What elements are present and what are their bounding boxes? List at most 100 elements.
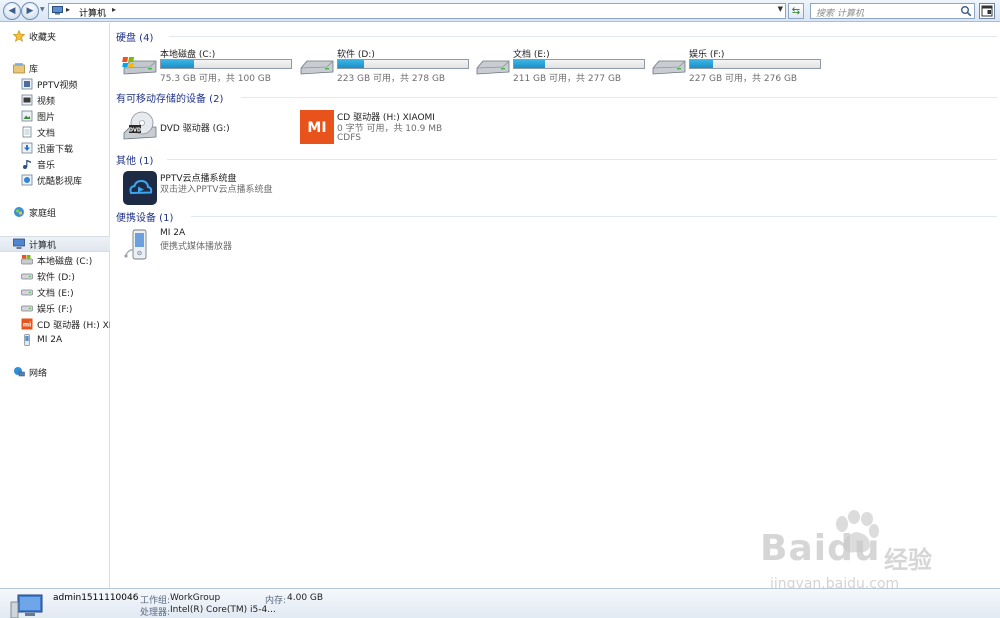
nav-network-label: 网络 (29, 368, 48, 379)
nav-computer-item-label: 娱乐 (F:) (37, 304, 73, 315)
video-library-icon (21, 94, 33, 106)
breadcrumb-separator-icon[interactable]: ▸ (66, 5, 70, 14)
drive-usage-bar (513, 59, 645, 69)
computer-icon (13, 238, 25, 250)
nav-computer-item[interactable]: mi CD 驱动器 (H:) XIAOMI (0, 316, 110, 332)
youku-library-icon (21, 174, 33, 186)
nav-library-item-label: 优酷影视库 (37, 176, 83, 187)
drive-tile-c[interactable]: 本地磁盘 (C:) 75.3 GB 可用，共 100 GB (122, 46, 297, 84)
nav-computer-item[interactable]: 本地磁盘 (C:) (0, 252, 110, 268)
nav-library-item[interactable]: 音乐 (0, 156, 110, 172)
nav-library-item[interactable]: 图片 (0, 108, 110, 124)
group-header-other[interactable]: 其他 (1) (111, 150, 1000, 167)
xiaomi-logo-icon: MI (300, 110, 334, 144)
preview-pane-button[interactable] (979, 3, 995, 19)
nav-computer-item[interactable]: 软件 (D:) (0, 268, 110, 284)
drive-usage-bar (689, 59, 821, 69)
phone-icon (124, 229, 147, 260)
watermark-cn: 经验 (884, 546, 932, 574)
documents-library-icon (21, 126, 33, 138)
phone-device-tile[interactable]: MI 2A 便携式媒体播放器 (122, 227, 322, 263)
forward-button[interactable]: ▶ (21, 2, 39, 20)
nav-computer-item-label: CD 驱动器 (H:) XIAOMI (37, 320, 110, 331)
recent-pages-dropdown[interactable]: ▼ (40, 6, 45, 13)
drive-tile-d[interactable]: 软件 (D:) 223 GB 可用，共 278 GB (299, 46, 474, 84)
nav-computer-item[interactable]: 娱乐 (F:) (0, 300, 110, 316)
hard-drive-icon (300, 60, 334, 75)
library-icon (13, 62, 25, 74)
group-title: 便携设备 (1) (116, 213, 174, 224)
nav-computer[interactable]: 计算机 (0, 236, 110, 252)
workgroup-value: WorkGroup (170, 593, 221, 603)
network-icon (13, 366, 25, 378)
nav-homegroup[interactable]: 家庭组 (0, 204, 110, 220)
baidu-watermark: Baidu 经验 jingyan.baidu.com (760, 510, 960, 596)
nav-libraries-label: 库 (29, 64, 39, 75)
music-library-icon (21, 158, 33, 170)
video-library-icon (21, 78, 33, 90)
search-icon[interactable] (960, 5, 972, 17)
group-header-removable[interactable]: 有可移动存储的设备 (2) (111, 88, 1000, 105)
group-title: 其他 (1) (116, 156, 154, 167)
navigation-pane: 收藏夹 库 PPTV视频 视频 图片 文档 迅雷下载 音乐 优酷影视库 家庭组 (0, 23, 110, 588)
cpu-value: Intel(R) Core(TM) i5-4... (170, 605, 276, 615)
nav-library-item[interactable]: 视频 (0, 92, 110, 108)
item-description: 双击进入PPTV云点播系统盘 (160, 185, 273, 195)
computer-icon (10, 594, 43, 618)
nav-computer-item-label: 软件 (D:) (37, 272, 75, 283)
address-toolbar: ◀ ▶ ▼ ▸ 计算机 ▸ ▼ ⇆ 搜索 计算机 (0, 0, 1000, 22)
nav-library-item[interactable]: 文档 (0, 124, 110, 140)
drive-free-space: 227 GB 可用，共 276 GB (689, 74, 798, 84)
nav-computer-item[interactable]: 文档 (E:) (0, 284, 110, 300)
device-filesystem: CDFS (337, 133, 361, 143)
watermark-brand: Baidu (760, 528, 881, 569)
star-icon (13, 30, 25, 42)
nav-favorites[interactable]: 收藏夹 (0, 28, 110, 44)
nav-favorites-label: 收藏夹 (29, 32, 57, 43)
xiaomi-logo-icon: mi (21, 318, 33, 330)
nav-computer-item[interactable]: MI 2A (0, 332, 110, 348)
nav-library-item-label: PPTV视频 (37, 80, 78, 91)
address-bar[interactable]: ▸ 计算机 ▸ ▼ (48, 3, 786, 19)
drive-free-space: 75.3 GB 可用，共 100 GB (160, 74, 271, 84)
cd-drive-tile[interactable]: MI CD 驱动器 (H:) XIAOMI 0 字节 可用，共 10.9 MB … (299, 109, 499, 145)
nav-library-item[interactable]: PPTV视频 (0, 76, 110, 92)
drive-tile-e[interactable]: 文档 (E:) 211 GB 可用，共 277 GB (475, 46, 650, 84)
group-divider (167, 159, 997, 160)
nav-library-item[interactable]: 迅雷下载 (0, 140, 110, 156)
xiaomi-logo-text: MI (307, 120, 326, 136)
nav-library-item[interactable]: 优酷影视库 (0, 172, 110, 188)
pptv-cloud-icon (123, 171, 157, 205)
breadcrumb-computer[interactable]: 计算机 (79, 6, 106, 19)
address-dropdown-icon[interactable]: ▼ (778, 5, 783, 13)
breadcrumb-separator-icon[interactable]: ▸ (112, 5, 116, 14)
refresh-button[interactable]: ⇆ (788, 3, 804, 19)
download-library-icon (21, 142, 33, 154)
group-header-portable[interactable]: 便携设备 (1) (111, 207, 1000, 224)
nav-computer-item-label: 本地磁盘 (C:) (37, 256, 93, 267)
drive-usage-fill (690, 60, 714, 68)
hard-drive-icon (476, 60, 510, 75)
dvd-drive-icon: DVD (123, 111, 157, 140)
nav-libraries[interactable]: 库 (0, 60, 110, 76)
pptv-disk-tile[interactable]: PPTV云点播系统盘 双击进入PPTV云点播系统盘 (122, 170, 342, 206)
system-drive-icon (21, 254, 33, 266)
group-divider (191, 216, 997, 217)
dvd-drive-tile[interactable]: DVD DVD 驱动器 (G:) (122, 109, 297, 145)
nav-library-item-label: 文档 (37, 128, 56, 139)
refresh-icon: ⇆ (791, 5, 801, 17)
group-divider (169, 36, 997, 37)
nav-computer-item-label: 文档 (E:) (37, 288, 74, 299)
drive-usage-fill (514, 60, 546, 68)
device-name: DVD 驱动器 (G:) (160, 124, 230, 134)
search-input[interactable]: 搜索 计算机 (810, 3, 975, 19)
pictures-library-icon (21, 110, 33, 122)
drive-tile-f[interactable]: 娱乐 (F:) 227 GB 可用，共 276 GB (651, 46, 826, 84)
hard-drive-icon (21, 302, 33, 314)
nav-network[interactable]: 网络 (0, 364, 110, 380)
drive-usage-bar (160, 59, 292, 69)
back-button[interactable]: ◀ (3, 2, 21, 20)
svg-text:mi: mi (23, 321, 31, 328)
nav-computer-item-label: MI 2A (37, 335, 63, 345)
group-header-hdd[interactable]: 硬盘 (4) (111, 27, 1000, 44)
